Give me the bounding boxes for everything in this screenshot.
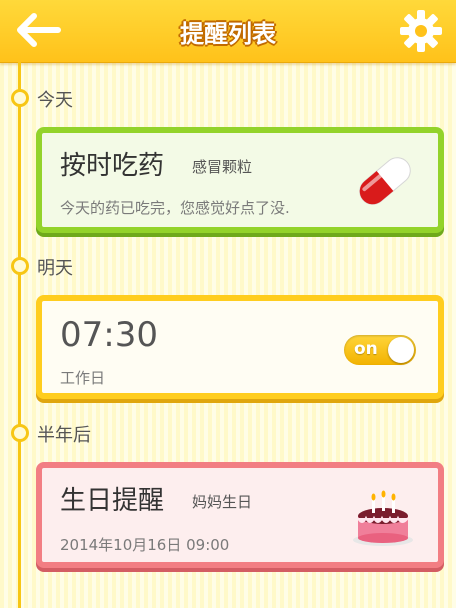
- card-date: 2014年10月16日 09:00: [60, 536, 230, 554]
- alarm-toggle[interactable]: on: [344, 335, 416, 365]
- alarm-time: 07:30: [60, 315, 158, 355]
- card-description: 工作日: [60, 369, 106, 387]
- reminder-card-alarm[interactable]: 07:30 工作日 on: [36, 295, 444, 399]
- card-description: 今天的药已吃完，您感觉好点了没.: [60, 199, 290, 217]
- settings-button[interactable]: [398, 8, 444, 54]
- reminder-card-medicine[interactable]: 按时吃药 感冒颗粒 今天的药已吃完，您感觉好点了没.: [36, 127, 444, 233]
- card-subtitle: 妈妈生日: [192, 493, 253, 511]
- date-label-tomorrow: 明天: [37, 258, 73, 279]
- card-title: 按时吃药: [60, 151, 165, 181]
- reminder-card-birthday[interactable]: 生日提醒 妈妈生日 2014年10月16日 09:00: [36, 462, 444, 568]
- toggle-knob: [388, 337, 414, 363]
- gear-icon: [400, 10, 442, 52]
- card-title: 生日提醒: [60, 486, 165, 516]
- date-label-half-year: 半年后: [37, 425, 91, 446]
- toggle-label: on: [354, 339, 378, 359]
- card-subtitle: 感冒颗粒: [192, 158, 253, 176]
- pill-icon: [359, 157, 411, 205]
- app-header: 提醒列表: [0, 0, 456, 63]
- date-label-today: 今天: [37, 90, 73, 111]
- cake-icon: [353, 490, 413, 546]
- timeline-dot: [11, 89, 29, 107]
- timeline-line: [18, 62, 21, 608]
- timeline-dot: [11, 257, 29, 275]
- page-title: 提醒列表: [180, 20, 276, 48]
- timeline-dot: [11, 424, 29, 442]
